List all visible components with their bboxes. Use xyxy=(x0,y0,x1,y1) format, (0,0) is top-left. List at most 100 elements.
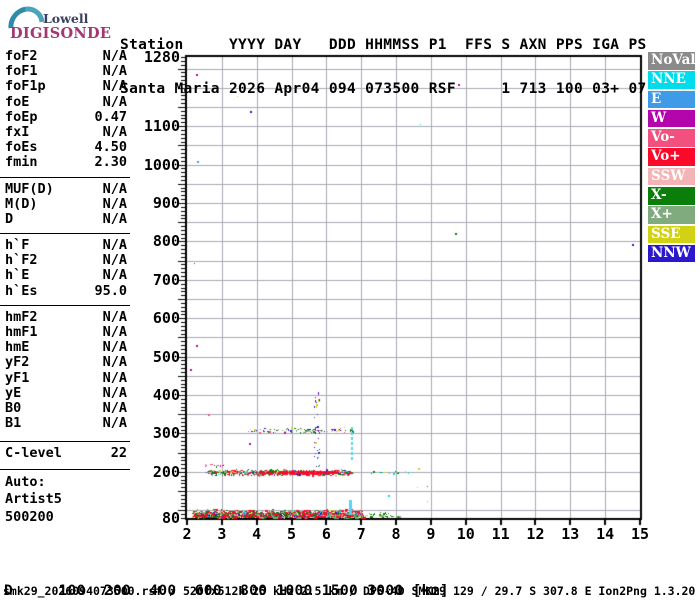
param-label: h`F2 xyxy=(5,253,38,268)
autoscaling-line: Auto: xyxy=(0,474,130,492)
x-axis-label-10: 10 xyxy=(451,525,481,543)
autoscaling-line: Artist5 xyxy=(0,491,130,509)
param-label: foEp xyxy=(5,110,38,125)
param-value: N/A xyxy=(103,401,127,416)
param-row-clevel: C-level22 xyxy=(0,446,130,461)
header-column-titles: Station YYYY DAY DDD HHMMSS P1 FFS S AXN… xyxy=(120,38,647,53)
logo-brand-top: Lowell xyxy=(43,11,88,26)
legend-item-ssw: SSW xyxy=(648,168,695,186)
x-axis-label-2: 2 xyxy=(172,525,202,543)
param-row-fof1: foF1N/A xyxy=(0,64,130,79)
legend-item-nne: NNE xyxy=(648,71,695,89)
autoscaling-line: 500200 xyxy=(0,509,130,527)
param-value: N/A xyxy=(103,49,127,64)
param-value: N/A xyxy=(103,197,127,212)
x-axis-label-6: 6 xyxy=(311,525,341,543)
legend-item-nnw: NNW xyxy=(648,245,695,263)
y-axis-label-700: 700 xyxy=(134,272,180,288)
panel-divider xyxy=(0,233,130,234)
param-value: N/A xyxy=(103,355,127,370)
param-row-foe: foE N/A xyxy=(0,95,130,110)
legend-item-x: X+ xyxy=(648,206,695,224)
param-value: N/A xyxy=(103,95,127,110)
param-value: N/A xyxy=(103,79,127,94)
legend-item-w: W xyxy=(648,110,695,128)
x-axis-label-11: 11 xyxy=(486,525,516,543)
param-label: foE xyxy=(5,95,29,110)
param-label: yE xyxy=(5,386,21,401)
y-axis-label-400: 400 xyxy=(134,387,180,403)
x-axis-label-14: 14 xyxy=(590,525,620,543)
legend-item-vo: Vo- xyxy=(648,129,695,147)
param-row-hf2: h`F2 N/A xyxy=(0,253,130,268)
param-row-fof1p: foF1p N/A xyxy=(0,79,130,94)
param-row-foep: foEp 0.47 xyxy=(0,110,130,125)
param-label: hmE xyxy=(5,340,29,355)
legend: NoValNNEEWVo-Vo+SSWX-X+SSENNW xyxy=(648,52,695,264)
y-axis-label-800: 800 xyxy=(134,233,180,249)
param-value: 95.0 xyxy=(94,284,127,299)
station-header: Station YYYY DAY DDD HHMMSS P1 FFS S AXN… xyxy=(120,9,647,125)
param-row-mufd: MUF(D)N/A xyxy=(0,182,130,197)
y-axis-label-300: 300 xyxy=(134,425,180,441)
param-value: N/A xyxy=(103,310,127,325)
param-row-b0: B0 N/A xyxy=(0,401,130,416)
param-label: yF2 xyxy=(5,355,29,370)
param-label: D xyxy=(5,212,13,227)
param-value: N/A xyxy=(103,340,127,355)
footer-status-line: smk29_2026094073500.rsf / 520fx512h 25 k… xyxy=(3,584,695,598)
param-row-b1: B1 N/A xyxy=(0,416,130,431)
y-axis-label-600: 600 xyxy=(134,310,180,326)
param-label: h`E xyxy=(5,268,29,283)
param-row-fof2: foF2 N/A xyxy=(0,49,130,64)
param-row-hf: h`FN/A xyxy=(0,238,130,253)
x-axis-label-13: 13 xyxy=(555,525,585,543)
param-label: fmin xyxy=(5,155,38,170)
param-label: yF1 xyxy=(5,371,29,386)
param-value: 0.47 xyxy=(94,110,127,125)
param-row-foes: foEs 4.50 xyxy=(0,140,130,155)
param-label: fxI xyxy=(5,125,29,140)
legend-item-vo: Vo+ xyxy=(648,148,695,166)
param-label: MUF(D) xyxy=(5,182,54,197)
param-label: h`F xyxy=(5,238,29,253)
param-value: N/A xyxy=(103,371,127,386)
param-value: 22 xyxy=(111,446,127,461)
param-label: foEs xyxy=(5,140,38,155)
param-row-d: DN/A xyxy=(0,212,130,227)
x-axis-label-15: 15 xyxy=(625,525,655,543)
param-label: B1 xyxy=(5,416,21,431)
x-axis-label-9: 9 xyxy=(416,525,446,543)
param-label: M(D) xyxy=(5,197,38,212)
param-value: 4.50 xyxy=(94,140,127,155)
legend-item-x: X- xyxy=(648,187,695,205)
y-axis-label-1280: 1280 xyxy=(134,49,180,65)
panel-divider xyxy=(0,177,130,178)
param-value: N/A xyxy=(103,416,127,431)
param-row-hes: h`Es95.0 xyxy=(0,284,130,299)
param-row-he: h`EN/A xyxy=(0,268,130,283)
param-value: N/A xyxy=(103,125,127,140)
param-label: foF1p xyxy=(5,79,46,94)
param-value: N/A xyxy=(103,64,127,79)
param-value: 2.30 xyxy=(94,155,127,170)
param-row-fxi: fxI N/A xyxy=(0,125,130,140)
param-row-ye: yE N/A xyxy=(0,386,130,401)
x-axis-label-4: 4 xyxy=(242,525,272,543)
param-row-yf1: yF1 N/A xyxy=(0,371,130,386)
y-axis-label-1000: 1000 xyxy=(134,157,180,173)
x-axis-label-8: 8 xyxy=(381,525,411,543)
param-label: foF2 xyxy=(5,49,38,64)
param-panel: foF2N/AfoF1N/AfoF1pN/AfoEN/AfoEp0.47fxIN… xyxy=(0,49,130,526)
param-row-md: M(D) N/A xyxy=(0,197,130,212)
y-axis-label-200: 200 xyxy=(134,464,180,480)
param-row-hme: hmE N/A xyxy=(0,340,130,355)
header-station-values: Santa Maria 2026 Apr04 094 073500 RSF 1 … xyxy=(120,82,647,97)
logo-brand-bottom: DIGISONDE xyxy=(10,25,111,42)
param-label: hmF1 xyxy=(5,325,38,340)
param-value: N/A xyxy=(103,386,127,401)
legend-item-e: E xyxy=(648,91,695,109)
param-label: B0 xyxy=(5,401,21,416)
param-value: N/A xyxy=(103,253,127,268)
y-axis-label-900: 900 xyxy=(134,195,180,211)
